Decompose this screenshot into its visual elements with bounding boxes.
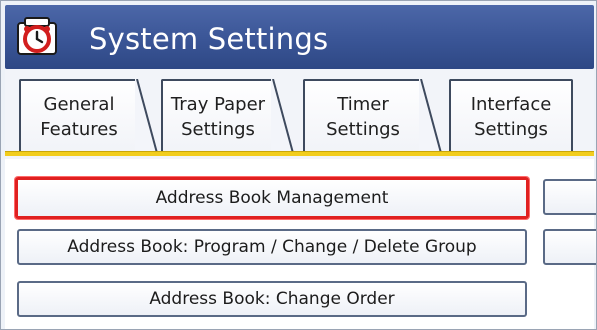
button-label: Address Book Management <box>155 188 389 208</box>
tab-divider <box>271 79 295 153</box>
system-settings-icon <box>17 17 57 57</box>
active-tab-underline <box>5 151 594 156</box>
address-book-management-button[interactable]: Address Book Management <box>15 177 529 219</box>
side-button[interactable] <box>543 179 596 215</box>
tab-label: Tray Paper Settings <box>170 94 266 140</box>
settings-content: Address Book Management Address Book: Pr… <box>5 159 596 329</box>
tab-divider <box>135 79 159 153</box>
tab-strip: General Features Tray Paper Settings Tim… <box>5 69 594 159</box>
window-title: System Settings <box>89 22 329 56</box>
button-label: Address Book: Program / Change / Delete … <box>67 237 477 257</box>
button-label: Address Book: Change Order <box>149 289 395 309</box>
tab-divider <box>419 79 443 153</box>
tab-timer-settings[interactable]: Timer Settings <box>303 79 423 153</box>
tab-label: Interface Settings <box>470 94 552 140</box>
side-button[interactable] <box>543 229 596 265</box>
address-book-change-order-button[interactable]: Address Book: Change Order <box>17 281 527 317</box>
tab-label: General Features <box>40 94 118 140</box>
address-book-group-button[interactable]: Address Book: Program / Change / Delete … <box>17 229 527 265</box>
system-settings-window: System Settings General Features Tray Pa… <box>0 0 597 330</box>
tab-general-features[interactable]: General Features <box>19 79 139 153</box>
tab-interface-settings[interactable]: Interface Settings <box>449 79 573 153</box>
title-bar: System Settings <box>5 5 594 69</box>
tab-tray-paper-settings[interactable]: Tray Paper Settings <box>161 79 275 153</box>
tab-label: Timer Settings <box>326 94 400 140</box>
